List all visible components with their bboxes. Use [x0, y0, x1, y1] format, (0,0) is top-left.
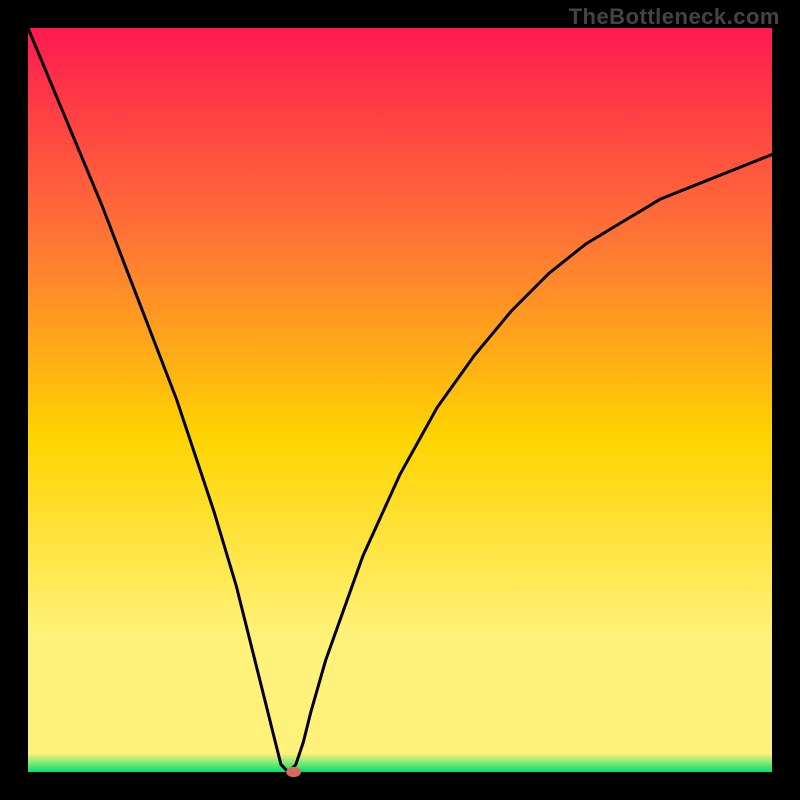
bottleneck-chart	[0, 0, 800, 800]
minimum-marker	[286, 767, 301, 777]
plot-background	[28, 28, 772, 772]
watermark-text: TheBottleneck.com	[569, 4, 780, 30]
chart-frame: { "watermark": "TheBottleneck.com", "col…	[0, 0, 800, 800]
